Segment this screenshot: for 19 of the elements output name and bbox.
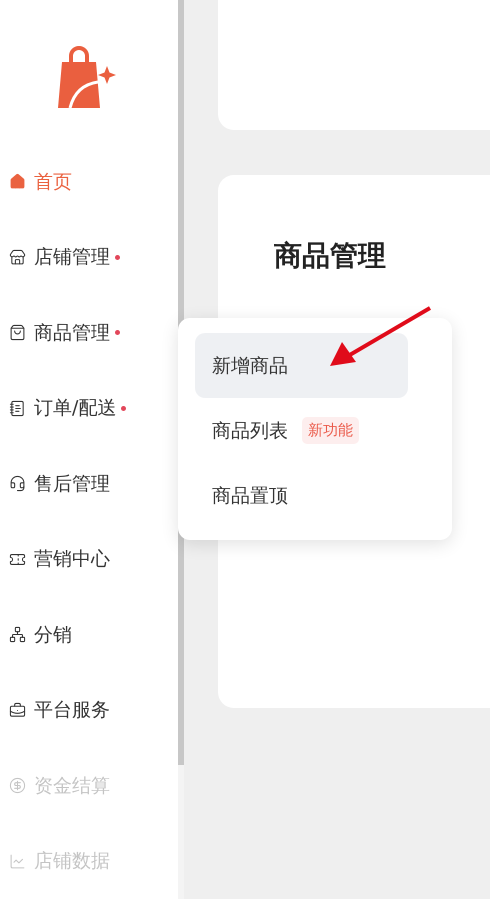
sidebar-item[interactable]: 分销 <box>0 597 178 672</box>
sidebar-item[interactable]: 店铺管理 <box>0 220 178 295</box>
sidebar-item[interactable]: 订单/配送 <box>0 370 178 446</box>
sidebar-item[interactable]: 营销中心 <box>0 522 178 597</box>
new-feature-tag: 新功能 <box>302 417 359 444</box>
notebook-icon <box>9 400 26 417</box>
briefcase-icon <box>9 702 26 719</box>
menu-item[interactable]: 新增商品 <box>195 333 408 398</box>
currency-circle-icon <box>9 777 26 794</box>
sidebar-item[interactable]: 售后管理 <box>0 446 178 522</box>
sidebar-item[interactable]: 平台服务 <box>0 672 178 748</box>
chart-icon <box>9 852 26 870</box>
sidebar-item[interactable]: 商品管理 <box>0 295 178 370</box>
store-icon <box>9 248 26 266</box>
network-icon <box>9 626 26 644</box>
section-title: 商品管理 <box>274 238 387 274</box>
home-icon <box>9 173 26 190</box>
headset-icon <box>9 475 26 492</box>
bag-icon <box>9 324 26 342</box>
